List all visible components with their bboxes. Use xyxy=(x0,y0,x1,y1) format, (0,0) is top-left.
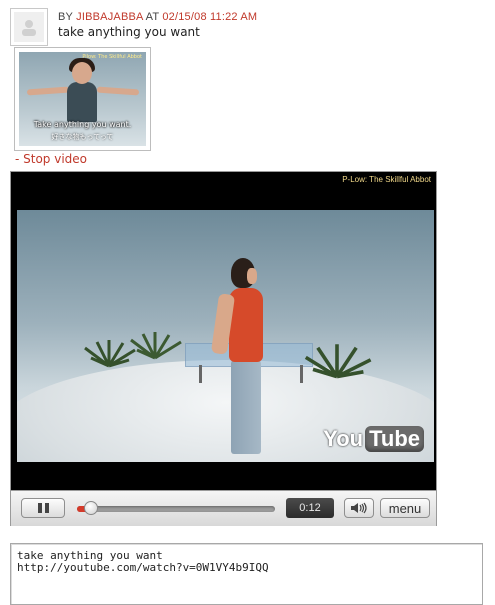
time-display: 0:12 xyxy=(286,498,334,518)
progress-bar[interactable] xyxy=(77,501,275,515)
by-label: BY xyxy=(58,11,73,23)
thumbnail-figure-head xyxy=(72,62,92,84)
avatar-placeholder-icon xyxy=(14,12,44,42)
avatar[interactable] xyxy=(10,8,48,46)
logo-tube-text: Tube xyxy=(365,426,424,452)
plant-icon xyxy=(130,332,182,360)
author-link[interactable]: JIBBAJABBA xyxy=(76,11,143,23)
post-text: take anything you want xyxy=(58,25,200,39)
embed-textarea[interactable] xyxy=(11,544,482,604)
video-frame: You Tube xyxy=(17,210,434,462)
pause-button[interactable] xyxy=(21,498,65,518)
thumbnail-caption-jp: 好きな物もってって xyxy=(51,133,114,141)
speaker-icon xyxy=(351,502,367,514)
player-controls: 0:12 menu xyxy=(11,490,436,526)
volume-button[interactable] xyxy=(344,498,374,518)
progress-knob[interactable] xyxy=(83,501,98,515)
at-label: AT xyxy=(145,11,160,23)
video-player[interactable]: P-Low: The Skillful Abbot You Tube 0:12 … xyxy=(10,171,437,526)
video-title: P-Low: The Skillful Abbot xyxy=(342,175,431,184)
person-legs xyxy=(231,358,261,454)
youtube-logo[interactable]: You Tube xyxy=(323,426,424,452)
logo-you-text: You xyxy=(323,426,364,451)
pause-icon xyxy=(37,503,49,513)
video-thumbnail[interactable]: Pilow: The Skillful Abbot Take anything … xyxy=(14,47,151,151)
video-area[interactable]: P-Low: The Skillful Abbot You Tube xyxy=(11,172,436,490)
thumbnail-figure-arm xyxy=(26,86,70,96)
stop-video-link[interactable]: - Stop video xyxy=(15,152,87,166)
embed-box xyxy=(10,543,483,605)
post-timestamp[interactable]: 02/15/08 11:22 AM xyxy=(162,11,257,23)
plant-icon xyxy=(304,344,372,379)
post-byline: BY JIBBAJABBA AT 02/15/08 11:22 AM xyxy=(58,11,257,23)
thumbnail-figure-arm xyxy=(96,86,140,96)
person-face xyxy=(247,268,257,284)
menu-button[interactable]: menu xyxy=(380,498,430,518)
thumbnail-image: Pilow: The Skillful Abbot Take anything … xyxy=(19,52,146,146)
thumbnail-figure-body xyxy=(67,82,97,122)
thumbnail-caption: Take anything you want. xyxy=(33,120,132,129)
thumbnail-tag: Pilow: The Skillful Abbot xyxy=(82,54,142,60)
